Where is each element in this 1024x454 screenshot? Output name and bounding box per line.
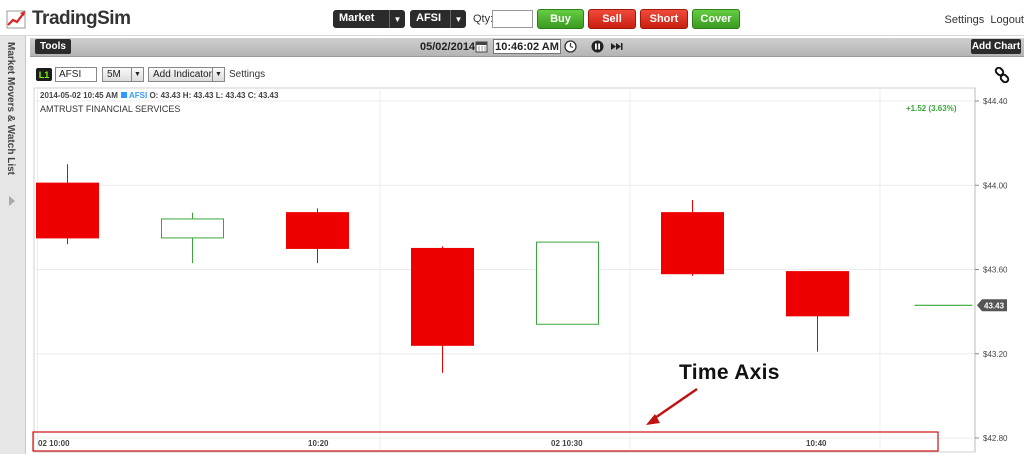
ohlc-values: O: 43.43 H: 43.43 L: 43.43 C: 43.43 <box>149 91 279 100</box>
ohlc-symbol: AFSI <box>128 91 148 100</box>
last-price-label: 43.43 <box>984 301 1005 310</box>
candle-down[interactable] <box>36 182 99 239</box>
candle-up[interactable] <box>161 218 224 239</box>
x-tick-label: 10:40 <box>806 439 827 448</box>
candle-down[interactable] <box>411 247 474 346</box>
y-tick-label: $43.20 <box>983 350 1008 359</box>
candle-down[interactable] <box>661 212 724 275</box>
candle-down[interactable] <box>286 212 349 249</box>
y-tick-label: $44.40 <box>983 97 1008 106</box>
ohlc-datetime: 2014-05-02 10:45 AM <box>40 91 118 100</box>
candle-down[interactable] <box>786 271 849 317</box>
y-tick-label: $42.80 <box>983 434 1008 443</box>
y-tick-label: $44.00 <box>983 181 1008 190</box>
series-color-swatch <box>120 92 127 98</box>
company-name: AMTRUST FINANCIAL SERVICES <box>40 104 181 114</box>
y-tick-label: $43.60 <box>983 266 1008 275</box>
price-chart[interactable]: $44.40 $44.00 $43.60 $43.20 $42.80 43.43 02 1… <box>0 0 1024 454</box>
x-tick-label: 10:20 <box>308 439 329 448</box>
time-axis-annotation: Time Axis <box>679 361 780 384</box>
candle-up[interactable] <box>536 241 599 325</box>
price-change: +1.52 (3.63%) <box>906 104 957 113</box>
x-tick-label: 02 10:00 <box>38 439 70 448</box>
x-tick-label: 02 10:30 <box>551 439 583 448</box>
ohlc-readout: 2014-05-02 10:45 AM AFSI O: 43.43 H: 43.4… <box>40 91 278 100</box>
